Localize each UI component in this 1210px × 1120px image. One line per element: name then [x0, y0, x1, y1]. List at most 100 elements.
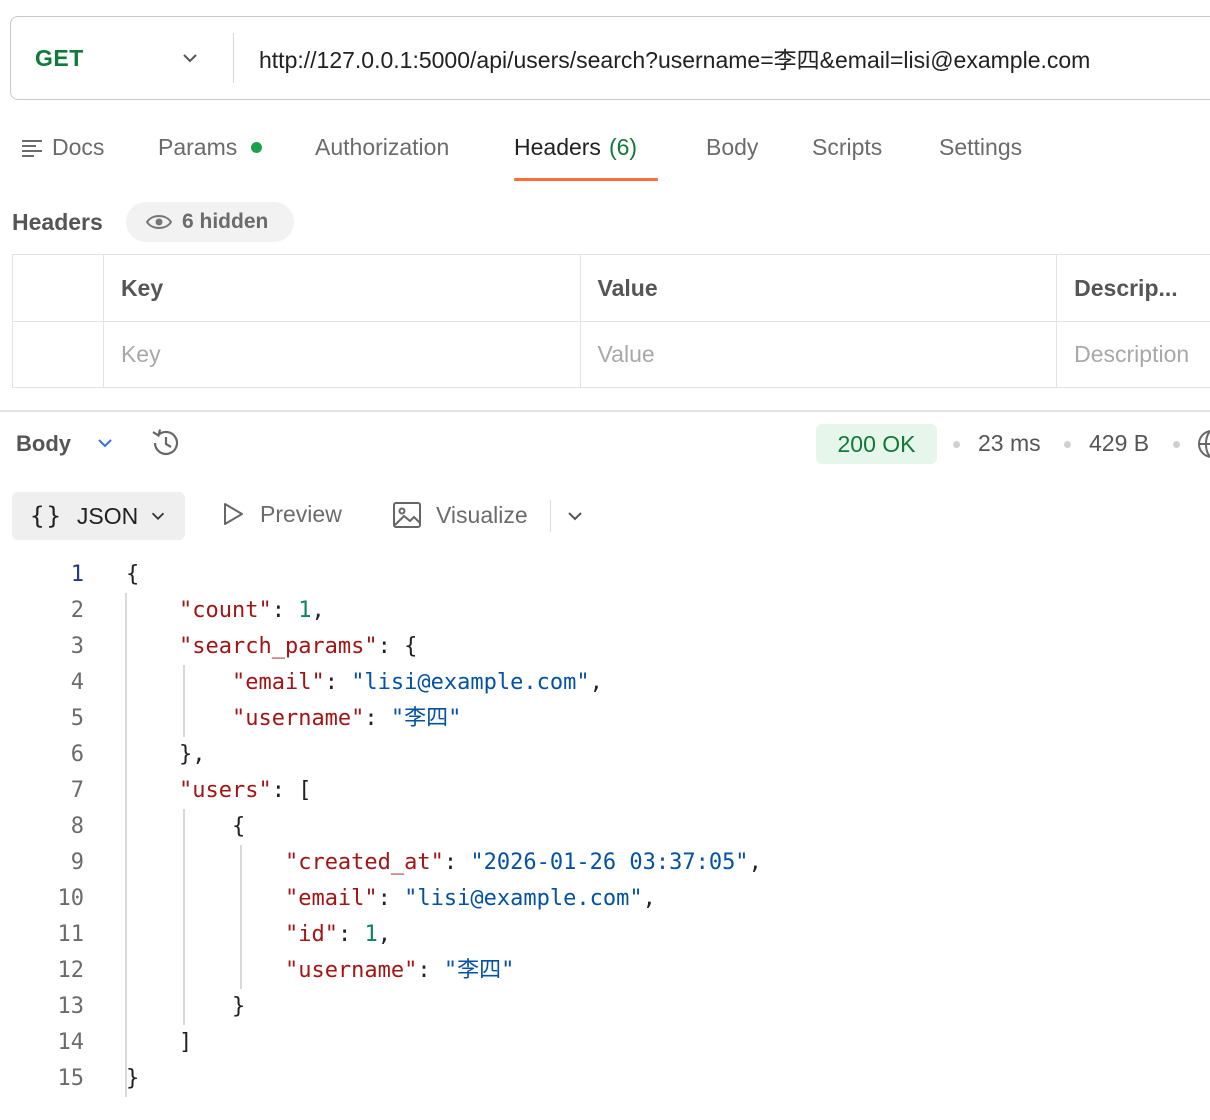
line-number: 9 — [70, 850, 84, 875]
code-line: 11 "id": 1, — [0, 917, 1210, 953]
json-key: "created_at" — [284, 850, 444, 875]
status-badge[interactable]: 200 OK — [816, 424, 937, 464]
code-text: "users": [ — [178, 778, 312, 803]
tab-scripts-label: Scripts — [812, 134, 883, 160]
code-line: 1{ — [0, 557, 1210, 593]
response-time[interactable]: 23 ms — [978, 430, 1041, 457]
url-input[interactable]: http://127.0.0.1:5000/api/users/search?u… — [234, 41, 1090, 75]
line-number: 15 — [57, 1066, 85, 1091]
active-tab-indicator — [514, 178, 658, 181]
line-number: 3 — [70, 634, 84, 659]
code-line: 9 "created_at": "2026-01-26 03:37:05", — [0, 845, 1210, 881]
json-key: "count" — [178, 598, 272, 623]
response-body-label[interactable]: Body — [16, 431, 71, 457]
tab-docs[interactable]: Docs — [20, 134, 104, 161]
code-line: 14 ] — [0, 1025, 1210, 1061]
tab-settings[interactable]: Settings — [939, 134, 1022, 161]
history-icon[interactable] — [149, 426, 183, 460]
method-label: GET — [35, 44, 84, 71]
code-line: 2 "count": 1, — [0, 593, 1210, 629]
json-key: "id" — [284, 922, 338, 947]
code-text: "search_params": { — [178, 634, 418, 659]
line-number: 8 — [70, 814, 84, 839]
code-text: }, — [126, 742, 206, 767]
code-text: } — [126, 994, 246, 1019]
json-key: "users" — [178, 778, 272, 803]
chevron-down-icon — [152, 512, 165, 521]
table-row: Key Value Description — [13, 321, 1210, 387]
tab-params[interactable]: Params — [158, 134, 263, 161]
headers-table: Key Value Descrip... Key Value Descripti… — [12, 254, 1210, 388]
code-text: "count": 1, — [178, 598, 325, 623]
code-line: 12 "username": "李四" — [0, 953, 1210, 989]
code-text: { — [126, 814, 246, 839]
json-view-selector[interactable]: {} JSON — [12, 492, 185, 540]
response-json-viewer[interactable]: 1{ 2 "count": 1, 3 "search_params": { 4 … — [0, 557, 1210, 1097]
preview-button[interactable]: Preview — [220, 500, 342, 528]
separator-dot — [953, 441, 960, 448]
code-text: ] — [126, 1030, 193, 1055]
line-number: 4 — [70, 670, 84, 695]
description-input[interactable]: Description — [1056, 322, 1210, 387]
tab-headers-label: Headers — [514, 134, 601, 160]
code-line: 7 "users": [ — [0, 773, 1210, 809]
pane-divider[interactable] — [0, 410, 1210, 412]
tab-scripts[interactable]: Scripts — [812, 134, 882, 161]
code-text: "id": 1, — [284, 922, 391, 947]
json-key: "username" — [284, 958, 418, 983]
json-string: "2026-01-26 03:37:05" — [470, 850, 749, 875]
image-icon — [393, 502, 421, 528]
json-view-label: JSON — [76, 502, 139, 529]
visualize-button[interactable]: Visualize — [392, 500, 528, 530]
json-key: "email" — [231, 670, 325, 695]
column-header-value: Value — [579, 255, 1057, 321]
code-text: "username": "李四" — [284, 958, 515, 983]
chevron-down-icon[interactable] — [564, 505, 586, 527]
line-number: 14 — [57, 1030, 85, 1055]
play-icon — [224, 503, 243, 525]
column-header-description: Descrip... — [1056, 255, 1210, 321]
code-line: 6 }, — [0, 737, 1210, 773]
line-number: 12 — [57, 958, 85, 983]
key-input[interactable]: Key — [102, 322, 580, 387]
tab-headers[interactable]: Headers (6) — [514, 134, 637, 161]
line-number: 10 — [57, 886, 85, 911]
tab-authorization[interactable]: Authorization — [315, 134, 449, 161]
line-number: 11 — [57, 922, 85, 947]
tab-body[interactable]: Body — [706, 134, 758, 161]
row-checkbox-cell[interactable] — [13, 322, 103, 387]
tab-authorization-label: Authorization — [315, 134, 450, 160]
json-number: 1 — [298, 598, 312, 623]
chevron-down-icon[interactable] — [94, 432, 116, 454]
response-size[interactable]: 429 B — [1089, 430, 1149, 457]
line-number: 1 — [70, 562, 84, 587]
code-text: "email": "lisi@example.com", — [231, 670, 603, 695]
docs-icon — [22, 139, 42, 157]
code-line: 13 } — [0, 989, 1210, 1025]
request-url-bar: GET http://127.0.0.1:5000/api/users/sear… — [10, 16, 1210, 100]
method-selector[interactable]: GET — [11, 17, 233, 99]
request-tabs: Docs Params Authorization Headers (6) Bo… — [0, 120, 1210, 182]
chevron-down-icon — [183, 54, 197, 63]
globe-icon[interactable] — [1196, 428, 1210, 460]
code-text: "username": "李四" — [231, 706, 462, 731]
headers-section-title: Headers — [12, 209, 103, 235]
code-line: 3 "search_params": { — [0, 629, 1210, 665]
json-key: "username" — [231, 706, 365, 731]
json-key: "email" — [284, 886, 378, 911]
eye-icon — [146, 215, 172, 229]
value-input[interactable]: Value — [579, 322, 1057, 387]
code-text: { — [126, 562, 140, 587]
code-line: 15} — [0, 1061, 1210, 1097]
column-header-key: Key — [102, 255, 580, 321]
code-text: } — [126, 1066, 140, 1091]
json-string: "lisi@example.com" — [351, 670, 590, 695]
json-string: "李四" — [390, 706, 462, 731]
table-header-row: Key Value Descrip... — [13, 255, 1210, 321]
hidden-headers-label: 6 hidden — [182, 210, 269, 233]
code-text: "email": "lisi@example.com", — [284, 886, 656, 911]
braces-icon: {} — [30, 502, 63, 530]
line-number: 6 — [70, 742, 84, 767]
line-number: 7 — [70, 778, 84, 803]
hidden-headers-toggle[interactable]: 6 hidden — [126, 202, 294, 242]
